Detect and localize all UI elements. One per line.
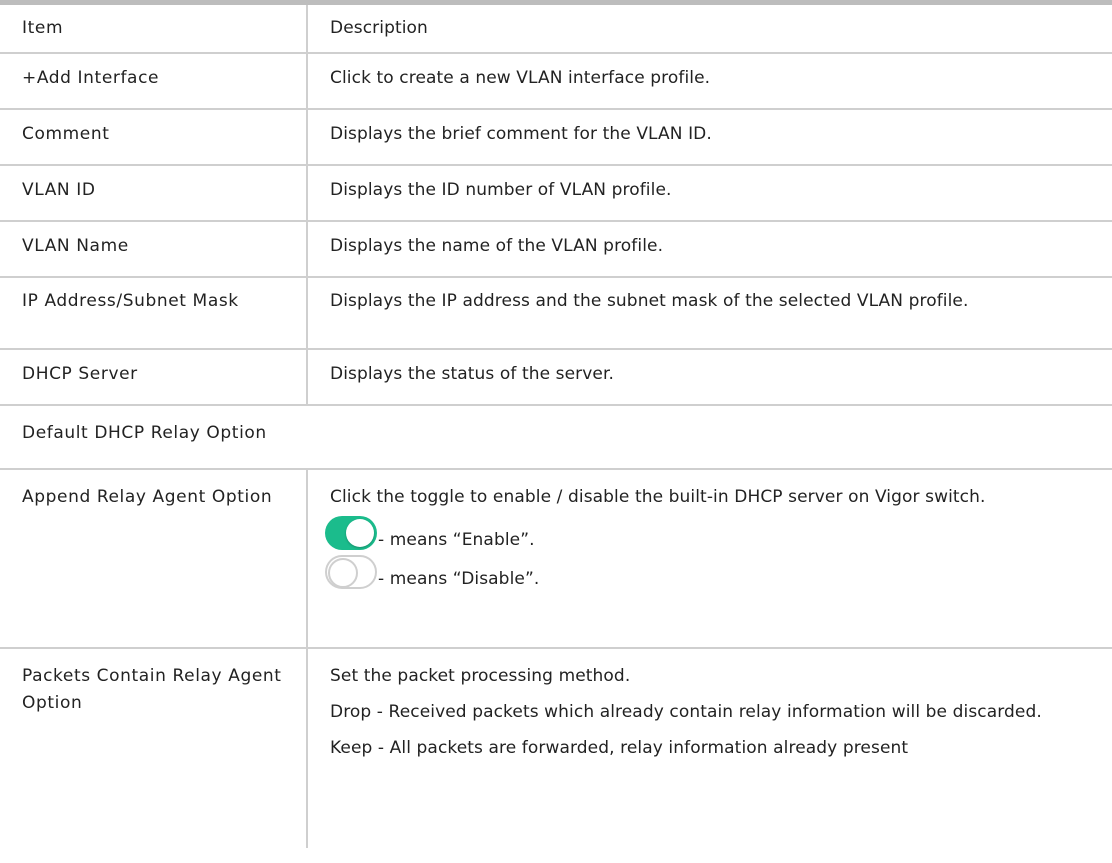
row-item: +Add Interface [0,53,308,110]
toggle-off-icon [325,555,377,589]
table-row: Comment Displays the brief comment for t… [0,109,1112,166]
table-row: Append Relay Agent Option Click the togg… [0,469,1112,649]
row-description: Click the toggle to enable / disable the… [307,469,1112,649]
disable-toggle-line: - means “Disable”. [325,550,1098,589]
header-item: Item [0,5,308,54]
packets-description-3: Keep - All packets are forwarded, relay … [330,738,909,758]
table-row: VLAN ID Displays the ID number of VLAN p… [0,165,1112,222]
row-item: VLAN ID [0,165,308,222]
item-description-table: Item Description +Add Interface Click to… [0,5,1112,848]
toggle-on-icon [325,516,377,550]
row-description: Displays the status of the server. [307,349,1112,406]
table-row: IP Address/Subnet Mask Displays the IP a… [0,277,1112,350]
packets-description-2: Drop - Received packets which already co… [330,702,1042,722]
table-row: +Add Interface Click to create a new VLA… [0,53,1112,110]
row-description: Set the packet processing method. Drop -… [307,648,1112,848]
append-description: Click the toggle to enable / disable the… [330,487,986,507]
row-item: Packets Contain Relay Agent Option [0,648,308,848]
section-row: Default DHCP Relay Option [0,405,1112,470]
header-description: Description [307,5,1112,54]
table-row: DHCP Server Displays the status of the s… [0,349,1112,406]
row-item: Append Relay Agent Option [0,469,308,649]
enable-text: - means “Enable”. [378,530,535,550]
row-description: Displays the brief comment for the VLAN … [307,109,1112,166]
enable-toggle-line: - means “Enable”. [325,511,1098,550]
row-description: Displays the IP address and the subnet m… [307,277,1112,350]
packets-description-1: Set the packet processing method. [330,666,631,686]
disable-text: - means “Disable”. [378,569,540,589]
row-description: Displays the name of the VLAN profile. [307,221,1112,278]
row-item: VLAN Name [0,221,308,278]
table-row: VLAN Name Displays the name of the VLAN … [0,221,1112,278]
document-page: Item Description +Add Interface Click to… [0,0,1112,863]
row-item: DHCP Server [0,349,308,406]
row-description: Click to create a new VLAN interface pro… [307,53,1112,110]
table-row: Packets Contain Relay Agent Option Set t… [0,648,1112,848]
row-item: IP Address/Subnet Mask [0,277,308,350]
table-header-row: Item Description [0,5,1112,54]
row-item: Comment [0,109,308,166]
section-heading: Default DHCP Relay Option [0,405,1112,470]
row-description: Displays the ID number of VLAN profile. [307,165,1112,222]
